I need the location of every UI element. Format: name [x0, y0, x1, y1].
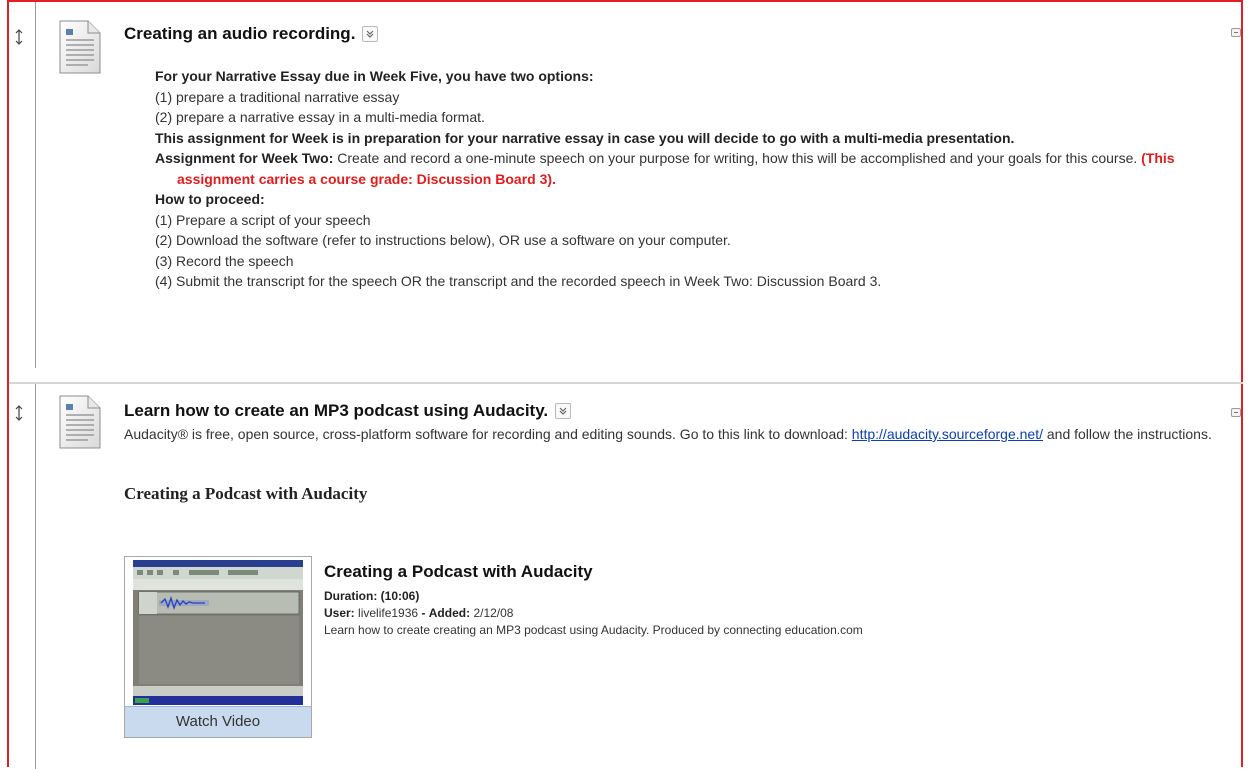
text-line: (1) Prepare a script of your speech [155, 211, 371, 228]
menu-chevron-icon [366, 30, 374, 38]
text-line: (1) prepare a traditional narrative essa… [155, 88, 400, 105]
item-left-rule [35, 384, 36, 769]
item-menu-button[interactable] [555, 403, 572, 419]
menu-chevron-icon [559, 407, 567, 415]
collapse-icon[interactable] [1231, 28, 1241, 37]
text-line: This assignment for Week is in preparati… [155, 129, 1015, 146]
item-description: For your Narrative Essay due in Week Fiv… [155, 66, 1235, 292]
text-line: (3) Record the speech [155, 252, 294, 269]
video-duration: Duration: (10:06) [324, 588, 863, 605]
item-title[interactable]: Learn how to create an MP3 podcast using… [124, 401, 548, 421]
text-line: (4) Submit the transcript for the speech… [155, 273, 882, 289]
text-line: (2) prepare a narrative essay in a multi… [155, 109, 485, 125]
collapse-icon[interactable] [1231, 408, 1241, 417]
video-details: Creating a Podcast with Audacity Duratio… [324, 562, 863, 639]
user-label: User: [324, 606, 355, 620]
item-menu-button[interactable] [362, 26, 379, 42]
video-user-added: User: livelife1936 - Added: 2/12/08 [324, 606, 514, 620]
video-thumbnail[interactable]: Watch Video [124, 556, 312, 738]
audacity-download-link[interactable]: http://audacity.sourceforge.net/ [852, 426, 1043, 442]
content-item-audacity: Learn how to create an MP3 podcast using… [9, 382, 1243, 769]
drag-handle-icon[interactable] [13, 404, 25, 422]
item-left-rule [35, 2, 36, 368]
item-description: Audacity® is free, open source, cross-pl… [124, 424, 1234, 445]
assignment-paragraph: Assignment for Week Two: Create and reco… [155, 148, 1235, 189]
video-description: Learn how to create creating an MP3 podc… [324, 623, 863, 637]
user-value: livelife1936 [358, 606, 419, 620]
text-line: (2) Download the software (refer to inst… [155, 232, 731, 248]
added-label: Added: [428, 606, 471, 620]
assignment-text: Create and record a one-minute speech on… [333, 150, 1142, 166]
document-icon [59, 20, 101, 74]
assignment-label: Assignment for Week Two: [155, 150, 334, 166]
text-line: How to proceed: [155, 191, 265, 207]
section-subheading: Creating a Podcast with Audacity [124, 484, 368, 503]
drag-handle-icon[interactable] [13, 28, 25, 46]
watch-video-button[interactable]: Watch Video [125, 706, 311, 737]
duration-label: Duration: [324, 589, 378, 603]
video-title[interactable]: Creating a Podcast with Audacity [324, 562, 863, 582]
duration-value: (10:06) [380, 589, 420, 603]
content-item-audio-recording: Creating an audio recording. For your Na… [9, 2, 1243, 368]
document-icon [59, 395, 101, 449]
item-title[interactable]: Creating an audio recording. [124, 24, 355, 44]
video-preview-image [133, 560, 303, 705]
intro-tail: and follow the instructions. [1042, 426, 1212, 442]
added-value: 2/12/08 [473, 606, 514, 620]
text-line: For your Narrative Essay due in Week Fiv… [155, 68, 594, 84]
intro-text: Audacity® is free, open source, cross-pl… [124, 426, 852, 442]
